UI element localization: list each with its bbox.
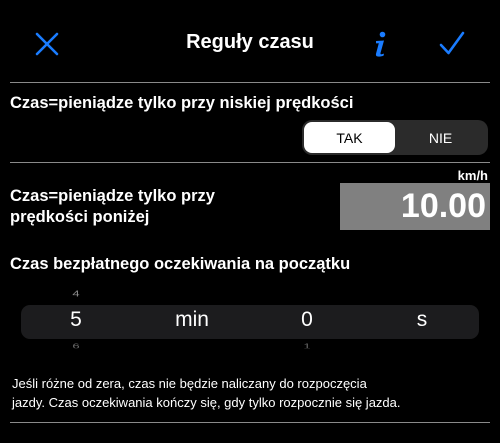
speed-threshold-label-line1: Czas=pieniądze tylko przy	[10, 187, 215, 205]
minutes-prev-value: 4	[72, 288, 80, 299]
info-icon	[375, 31, 386, 57]
minutes-current-value: 5	[70, 308, 82, 331]
seconds-current-value: 0	[301, 308, 313, 331]
divider	[10, 422, 490, 423]
info-button[interactable]	[360, 24, 400, 64]
minutes-picker-wheel[interactable]: 4 5 6	[36, 286, 116, 358]
segment-no[interactable]: NIE	[395, 122, 486, 153]
footnote: Jeśli różne od zera, czas nie będzie nal…	[12, 374, 500, 412]
minutes-unit-column: min	[152, 286, 232, 358]
page-title: Reguły czasu	[186, 31, 314, 53]
navigation-bar: Reguły czasu	[0, 0, 500, 86]
seconds-next-value: 1	[303, 341, 311, 349]
seconds-picker-wheel[interactable]: 0 1	[267, 286, 347, 358]
divider	[10, 162, 490, 163]
speed-threshold-label-line2: prędkości poniżej	[10, 208, 150, 226]
minutes-unit-label: min	[175, 308, 209, 331]
seconds-unit-column: s	[382, 286, 462, 358]
seconds-unit-label: s	[416, 308, 428, 331]
yes-no-segmented-control: TAK NIE	[302, 120, 488, 155]
segment-yes[interactable]: TAK	[304, 122, 395, 153]
minutes-next-value: 6	[72, 341, 80, 349]
footnote-line2: jazdy. Czas oczekiwania kończy się, gdy …	[12, 395, 401, 410]
footnote-line1: Jeśli różne od zera, czas nie będzie nal…	[12, 376, 367, 391]
free-wait-label: Czas bezpłatnego oczekiwania na początku	[10, 255, 351, 273]
checkmark-icon	[439, 31, 465, 55]
done-button[interactable]	[432, 24, 472, 64]
speed-unit-label: km/h	[457, 168, 488, 183]
slow-speed-label: Czas=pieniądze tylko przy niskiej prędko…	[10, 94, 354, 112]
divider	[10, 82, 490, 83]
speed-threshold-input[interactable]: 10.00	[340, 183, 490, 230]
